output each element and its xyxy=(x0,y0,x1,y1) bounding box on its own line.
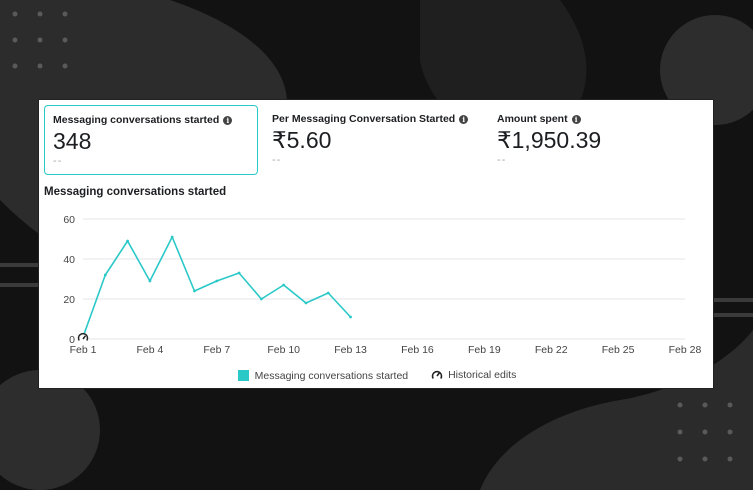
info-icon[interactable]: i xyxy=(459,114,469,124)
data-point xyxy=(126,239,129,243)
legend-swatch xyxy=(237,370,249,381)
metric-label: Per Messaging Conversation Started i xyxy=(272,113,478,125)
legend-label: Messaging conversations started xyxy=(254,369,409,382)
y-tick-label: 20 xyxy=(63,294,75,306)
x-tick-label: Feb 19 xyxy=(468,344,501,356)
metric-value: ₹1,950.39 xyxy=(497,127,602,153)
data-point xyxy=(326,291,330,295)
data-point xyxy=(148,279,152,283)
metric-card-amount-spent[interactable]: Amount spent i ₹1,950.39 -- xyxy=(489,105,703,175)
legend-label: Historical edits xyxy=(448,369,517,381)
metric-label: Amount spent i xyxy=(497,113,703,125)
metric-comparison: -- xyxy=(497,154,507,166)
legend-item-series[interactable]: Messaging conversations started xyxy=(237,369,409,382)
metric-label: Messaging conversations started i xyxy=(53,114,257,126)
metric-value: ₹5.60 xyxy=(272,127,332,153)
metric-comparison: -- xyxy=(53,155,63,167)
data-point xyxy=(215,279,219,283)
x-tick-label: Feb 16 xyxy=(401,344,434,356)
metric-value: 348 xyxy=(53,128,92,154)
x-tick-label: Feb 22 xyxy=(535,344,568,356)
x-tick-label: Feb 13 xyxy=(334,344,367,356)
y-tick-label: 40 xyxy=(63,254,75,266)
y-tick-label: 60 xyxy=(63,214,75,226)
x-tick-label: Feb 7 xyxy=(203,344,230,356)
data-point xyxy=(304,301,308,305)
data-point xyxy=(282,283,286,287)
line-chart: 0204060Feb 1 Feb 4 Feb 7 Feb 10 Feb 13 Feb 16… xyxy=(63,214,702,356)
metric-card-messaging-conversations[interactable]: Messaging conversations started i 348 -- xyxy=(44,105,258,175)
chart-legend: Messaging conversations started Historic… xyxy=(39,369,715,384)
series-line xyxy=(82,236,352,338)
x-tick-label: Feb 28 xyxy=(669,344,702,356)
info-icon[interactable]: i xyxy=(223,115,233,125)
chart-title: Messaging conversations started xyxy=(44,186,227,198)
historical-edits-icon xyxy=(431,370,443,379)
insights-panel: Messaging conversations started i 348 -- … xyxy=(38,99,714,389)
x-tick-label: Feb 4 xyxy=(136,344,163,356)
data-point xyxy=(259,297,263,301)
metric-comparison: -- xyxy=(272,154,282,166)
data-point xyxy=(349,315,352,319)
data-point xyxy=(170,235,174,239)
historical-edit-marker[interactable] xyxy=(77,332,89,343)
x-tick-label: Feb 10 xyxy=(267,344,300,356)
x-tick-label: Feb 25 xyxy=(602,344,635,356)
info-icon[interactable]: i xyxy=(571,114,581,124)
metric-card-cost-per-conversation[interactable]: Per Messaging Conversation Started i ₹5.6… xyxy=(264,105,478,175)
x-tick-label: Feb 1 xyxy=(70,344,97,356)
data-point xyxy=(237,271,241,275)
data-point xyxy=(193,289,196,293)
legend-item-historical-edits[interactable]: Historical edits xyxy=(431,369,516,381)
data-point xyxy=(103,273,107,277)
